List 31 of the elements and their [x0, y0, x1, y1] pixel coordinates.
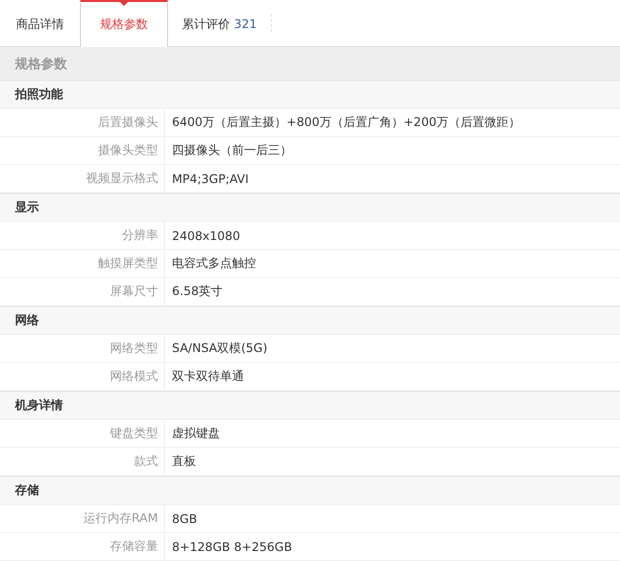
spec-label: 摄像头类型: [0, 137, 165, 164]
group-title: 存储: [0, 477, 620, 505]
spec-value: MP4;3GP;AVI: [171, 170, 250, 188]
spec-label: 分辨率: [0, 222, 165, 249]
spec-label: 运行内存RAM: [0, 505, 165, 532]
tab[interactable]: 规格参数: [80, 0, 168, 47]
spec-value: 6.58英寸: [171, 283, 224, 300]
spec-value: SA/NSA双模(5G): [171, 340, 268, 357]
section-title: 规格参数: [0, 47, 620, 81]
spec-value: 四摄像头（前一后三）: [171, 142, 293, 159]
spec-value: 2408x1080: [171, 228, 242, 244]
spec-label: 存储容量: [0, 533, 165, 560]
group-title: 机身详情: [0, 392, 620, 420]
group-title: 拍照功能: [0, 81, 620, 109]
spec-value: 虚拟键盘: [171, 425, 221, 442]
spec-value: 8+128GB 8+256GB: [171, 538, 294, 556]
spec-label: 触摸屏类型: [0, 250, 165, 277]
spec-label: 款式: [0, 448, 165, 475]
spec-value: 6400万（后置主摄）+800万（后置广角）+200万（后置微距）: [171, 114, 522, 131]
spec-value: 8GB: [171, 510, 198, 528]
group-title: 显示: [0, 194, 620, 222]
spec-label: 网络类型: [0, 335, 165, 362]
spec-label: 视频显示格式: [0, 165, 165, 192]
spec-value: 直板: [171, 453, 197, 470]
spec-value: 双卡双待单通: [171, 368, 245, 385]
spec-value: 电容式多点触控: [171, 255, 257, 272]
spec-label: 屏幕尺寸: [0, 278, 165, 305]
spec-label: 键盘类型: [0, 420, 165, 447]
spec-label: 网络模式: [0, 363, 165, 390]
spec-label: 后置摄像头: [0, 109, 165, 136]
group-title: 网络: [0, 307, 620, 335]
